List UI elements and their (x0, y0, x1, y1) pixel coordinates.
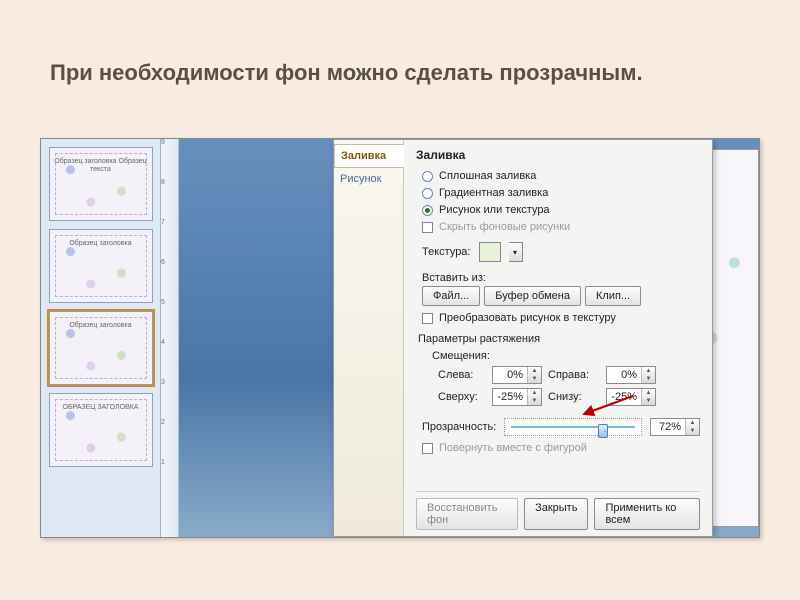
left-spinner[interactable]: 0% ▲▼ (492, 366, 542, 384)
texture-swatch[interactable] (479, 242, 501, 262)
slide-thumb[interactable]: Образец заголовка Образец текста (49, 147, 153, 221)
bottom-spinner[interactable]: -25% ▲▼ (606, 388, 656, 406)
format-background-dialog: Заливка Рисунок Заливка Сплошная заливка… (333, 139, 713, 537)
checkbox-rotate: Повернуть вместе с фигурой (422, 442, 700, 454)
offsets-label: Смещения: (432, 350, 700, 362)
stretch-params-label: Параметры растяжения (418, 333, 700, 345)
insert-from-label: Вставить из: (422, 272, 700, 284)
spinner-value: 0% (607, 369, 641, 381)
slide-thumb[interactable]: Образец заголовка (49, 311, 153, 385)
file-button[interactable]: Файл... (422, 286, 480, 306)
apply-all-button[interactable]: Применить ко всем (594, 498, 700, 530)
panel-heading: Заливка (416, 148, 700, 162)
close-button[interactable]: Закрыть (524, 498, 588, 530)
right-label: Справа: (548, 369, 600, 381)
top-spinner[interactable]: -25% ▲▼ (492, 388, 542, 406)
radio-icon (422, 205, 433, 216)
texture-label: Текстура: (422, 246, 471, 258)
slide-thumb[interactable]: ОБРАЗЕЦ ЗАГОЛОВКА (49, 393, 153, 467)
dialog-footer: Восстановить фон Закрыть Применить ко вс… (416, 491, 700, 530)
slide-thumb[interactable]: Образец заголовка (49, 229, 153, 303)
radio-gradient-fill[interactable]: Градиентная заливка (422, 187, 700, 199)
radio-label: Рисунок или текстура (439, 204, 550, 216)
checkbox-label: Повернуть вместе с фигурой (439, 442, 587, 454)
transparency-spinner[interactable]: 72% ▲▼ (650, 418, 700, 436)
checkbox-hide-bg[interactable]: Скрыть фоновые рисунки (422, 221, 700, 233)
spinner-arrows-icon[interactable]: ▲▼ (641, 389, 655, 405)
sidebar-tab-fill[interactable]: Заливка (334, 144, 404, 168)
radio-picture-texture[interactable]: Рисунок или текстура (422, 204, 700, 216)
sidebar-tab-picture[interactable]: Рисунок (334, 168, 403, 190)
radio-solid-fill[interactable]: Сплошная заливка (422, 170, 700, 182)
checkbox-tile[interactable]: Преобразовать рисунок в текстуру (422, 312, 700, 324)
dialog-main: Заливка Сплошная заливка Градиентная зал… (404, 140, 712, 536)
vertical-ruler: 987654321 (161, 139, 179, 537)
radio-icon (422, 171, 433, 182)
checkbox-icon (422, 313, 433, 324)
checkbox-label: Скрыть фоновые рисунки (439, 221, 570, 233)
spinner-value: -25% (607, 391, 641, 403)
checkbox-icon (422, 443, 433, 454)
dialog-sidebar: Заливка Рисунок (334, 140, 404, 536)
spinner-arrows-icon[interactable]: ▲▼ (527, 367, 541, 383)
reset-background-button[interactable]: Восстановить фон (416, 498, 518, 530)
slide-canvas: вка Заливка Рисунок Заливка Сплошная зал… (179, 139, 759, 537)
slider-thumb-icon[interactable] (598, 424, 608, 438)
bottom-label: Снизу: (548, 391, 600, 403)
spinner-value: 72% (651, 421, 685, 433)
texture-dropdown[interactable]: ▾ (509, 242, 523, 262)
spinner-arrows-icon[interactable]: ▲▼ (641, 367, 655, 383)
radio-label: Сплошная заливка (439, 170, 536, 182)
top-label: Сверху: (438, 391, 486, 403)
screenshot-region: Образец заголовка Образец текста Образец… (40, 138, 760, 538)
checkbox-icon (422, 222, 433, 233)
slide-thumbnails-pane: Образец заголовка Образец текста Образец… (41, 139, 161, 537)
transparency-label: Прозрачность: (422, 421, 496, 433)
radio-icon (422, 188, 433, 199)
radio-label: Градиентная заливка (439, 187, 548, 199)
left-label: Слева: (438, 369, 486, 381)
spinner-arrows-icon[interactable]: ▲▼ (685, 419, 699, 435)
checkbox-label: Преобразовать рисунок в текстуру (439, 312, 616, 324)
spinner-value: 0% (493, 369, 527, 381)
slide-title: При необходимости фон можно сделать проз… (50, 60, 770, 86)
spinner-arrows-icon[interactable]: ▲▼ (527, 389, 541, 405)
right-spinner[interactable]: 0% ▲▼ (606, 366, 656, 384)
clip-button[interactable]: Клип... (585, 286, 641, 306)
spinner-value: -25% (493, 391, 527, 403)
transparency-slider[interactable] (504, 418, 642, 436)
clipboard-button[interactable]: Буфер обмена (484, 286, 581, 306)
